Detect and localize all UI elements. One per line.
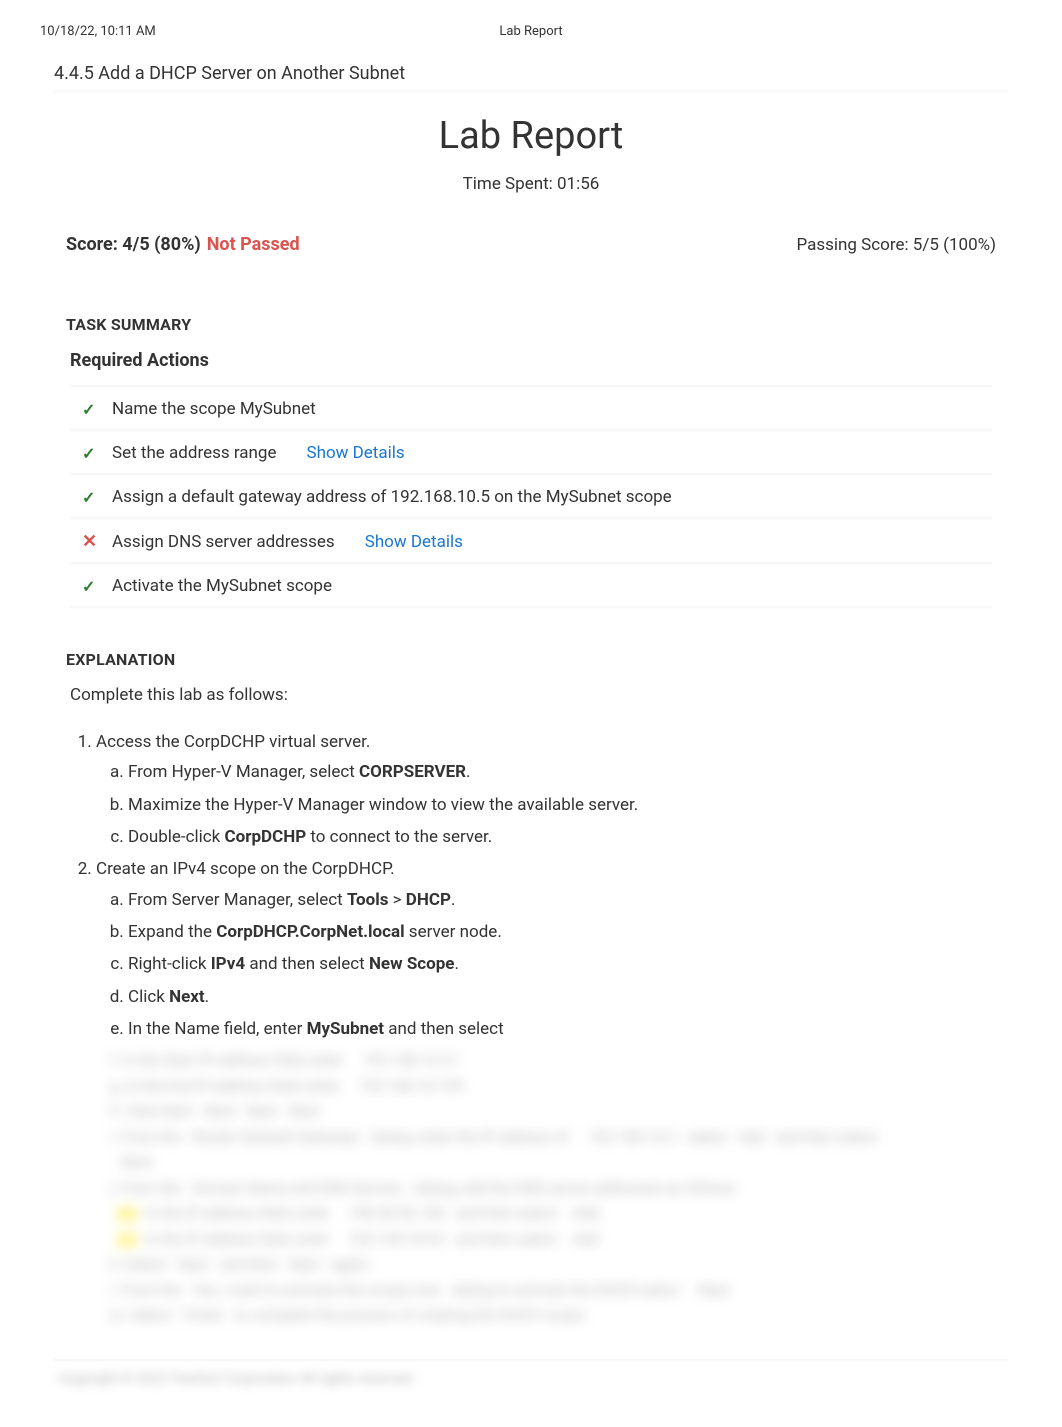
action-item: ✕ Assign DNS server addresses Show Detai…: [70, 521, 992, 562]
action-text: Name the scope MySubnet: [112, 399, 316, 419]
substep: Expand the CorpDHCP.CorpNet.local server…: [128, 919, 992, 945]
action-item: ✓ Activate the MySubnet scope: [70, 566, 992, 606]
substep: Click Next.: [128, 984, 992, 1010]
steps-list: Access the CorpDCHP virtual server. From…: [70, 729, 992, 1042]
action-text: Assign DNS server addresses: [112, 532, 335, 552]
page-timestamp: 10/18/22, 10:11 AM: [40, 24, 156, 39]
score-status: Not Passed: [207, 234, 300, 255]
substep: From Hyper-V Manager, select CORPSERVER.: [128, 759, 992, 785]
action-item: ✓ Set the address range Show Details: [70, 433, 992, 473]
action-text: Activate the MySubnet scope: [112, 576, 332, 596]
divider: [54, 1359, 1008, 1363]
substep: From Server Manager, select Tools > DHCP…: [128, 887, 992, 913]
step-text: Create an IPv4 scope on the CorpDHCP.: [96, 859, 395, 879]
score-value: Score: 4/5 (80%): [66, 234, 201, 255]
step-text: Access the CorpDCHP virtual server.: [96, 732, 370, 752]
passing-score: Passing Score: 5/5 (100%): [796, 235, 996, 255]
substep: Right-click IPv4 and then select New Sco…: [128, 951, 992, 977]
divider: [54, 90, 1008, 94]
copyright: Copyright © 2022 TestOut Corporation All…: [58, 1371, 1008, 1387]
actions-list: ✓ Name the scope MySubnet ✓ Set the addr…: [70, 385, 992, 610]
score-row: Score: 4/5 (80%) Not Passed Passing Scor…: [54, 234, 1008, 255]
substep: In the Name field, enter MySubnet and th…: [128, 1016, 992, 1042]
check-icon: ✓: [82, 444, 100, 463]
explanation-heading: EXPLANATION: [66, 650, 996, 669]
main-title: Lab Report: [54, 114, 1008, 158]
substep: Maximize the Hyper-V Manager window to v…: [128, 792, 992, 818]
action-item: ✓ Name the scope MySubnet: [70, 389, 992, 429]
substep: Double-click CorpDCHP to connect to the …: [128, 824, 992, 850]
check-icon: ✓: [82, 577, 100, 596]
step-1: Access the CorpDCHP virtual server. From…: [96, 729, 992, 850]
x-icon: ✕: [82, 531, 100, 552]
required-actions-heading: Required Actions: [70, 350, 992, 371]
show-details-link[interactable]: Show Details: [365, 532, 463, 552]
step-2: Create an IPv4 scope on the CorpDHCP. Fr…: [96, 856, 992, 1042]
action-text: Set the address range: [112, 443, 276, 463]
show-details-link[interactable]: Show Details: [306, 443, 404, 463]
time-spent: Time Spent: 01:56: [54, 174, 1008, 194]
check-icon: ✓: [82, 488, 100, 507]
task-summary-heading: TASK SUMMARY: [66, 315, 996, 334]
lab-path-title: 4.4.5 Add a DHCP Server on Another Subne…: [54, 63, 1008, 84]
action-text: Assign a default gateway address of 192.…: [112, 487, 672, 507]
check-icon: ✓: [82, 400, 100, 419]
explanation-intro: Complete this lab as follows:: [70, 685, 992, 705]
blurred-content: f. In the Start IP address field, enter …: [110, 1048, 992, 1329]
action-item: ✓ Assign a default gateway address of 19…: [70, 477, 992, 517]
page-header-title: Lab Report: [499, 24, 562, 39]
